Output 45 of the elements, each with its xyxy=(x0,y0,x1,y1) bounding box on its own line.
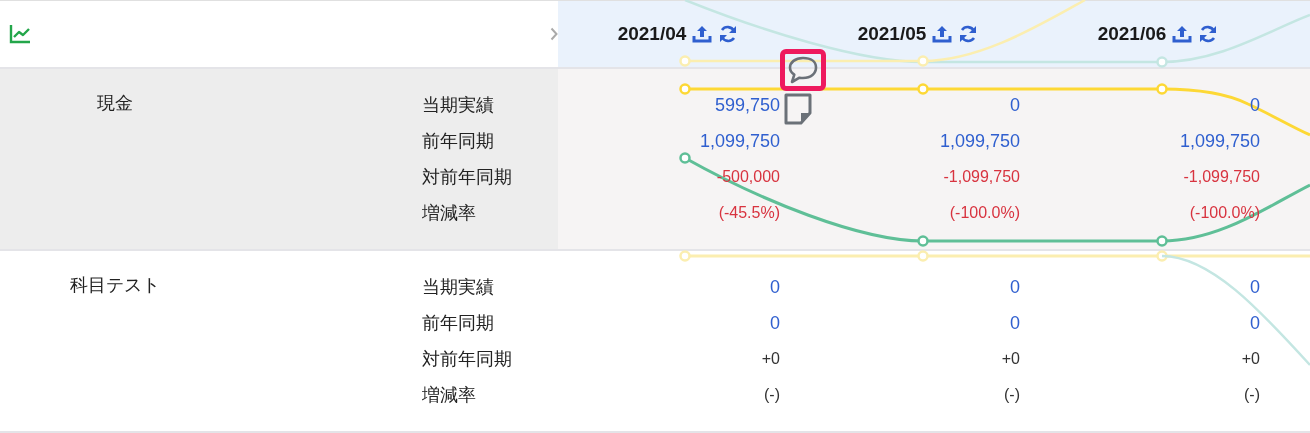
value-text: +0 xyxy=(1001,350,1020,367)
value-text: 599,750 xyxy=(714,95,780,115)
document-icon[interactable] xyxy=(783,93,815,125)
row-label: 対前年同期 xyxy=(422,166,512,189)
row-label: 対前年同期 xyxy=(422,348,512,371)
refresh-icon[interactable] xyxy=(958,24,979,44)
value-text: (-) xyxy=(1244,386,1260,403)
value-text: 0 xyxy=(1010,95,1020,115)
row-label: 当期実績 xyxy=(422,94,494,117)
value-text: 0 xyxy=(1010,277,1020,297)
value-text: (-100.0%) xyxy=(949,204,1020,221)
value-text: 0 xyxy=(1010,313,1020,333)
period-header: 2021/05 xyxy=(857,23,927,45)
upload-icon[interactable] xyxy=(1172,24,1193,44)
value-text: 1,099,750 xyxy=(939,131,1020,151)
value-text: -500,000 xyxy=(716,168,780,185)
value-text: 1,099,750 xyxy=(1179,131,1260,151)
account-name: 科目テスト xyxy=(70,274,160,297)
value-text: 0 xyxy=(1250,277,1260,297)
value-text: 1,099,750 xyxy=(699,131,780,151)
value-text: (-) xyxy=(1004,386,1020,403)
row-label: 前年同期 xyxy=(422,130,494,153)
refresh-icon[interactable] xyxy=(1198,24,1219,44)
upload-icon[interactable] xyxy=(932,24,953,44)
value-text: 0 xyxy=(1250,313,1260,333)
row-label: 当期実績 xyxy=(422,276,494,299)
value-text: +0 xyxy=(1241,350,1260,367)
line-chart-icon[interactable] xyxy=(9,24,31,44)
value-text: 0 xyxy=(770,313,780,333)
value-text: 0 xyxy=(770,277,780,297)
value-text: (-) xyxy=(764,386,780,403)
row-label: 増減率 xyxy=(422,202,476,225)
value-text: -1,099,750 xyxy=(1183,168,1260,185)
value-text: -1,099,750 xyxy=(943,168,1020,185)
period-header: 2021/06 xyxy=(1097,23,1167,45)
row-label: 増減率 xyxy=(422,384,476,407)
value-text: (-100.0%) xyxy=(1189,204,1260,221)
row-label: 前年同期 xyxy=(422,312,494,335)
value-text: +0 xyxy=(761,350,780,367)
value-text: (-45.5%) xyxy=(718,204,780,221)
upload-icon[interactable] xyxy=(692,24,713,44)
refresh-icon[interactable] xyxy=(718,24,739,44)
period-header: 2021/04 xyxy=(617,23,687,45)
account-name: 現金 xyxy=(97,92,133,115)
speech-bubble-icon xyxy=(787,56,819,84)
